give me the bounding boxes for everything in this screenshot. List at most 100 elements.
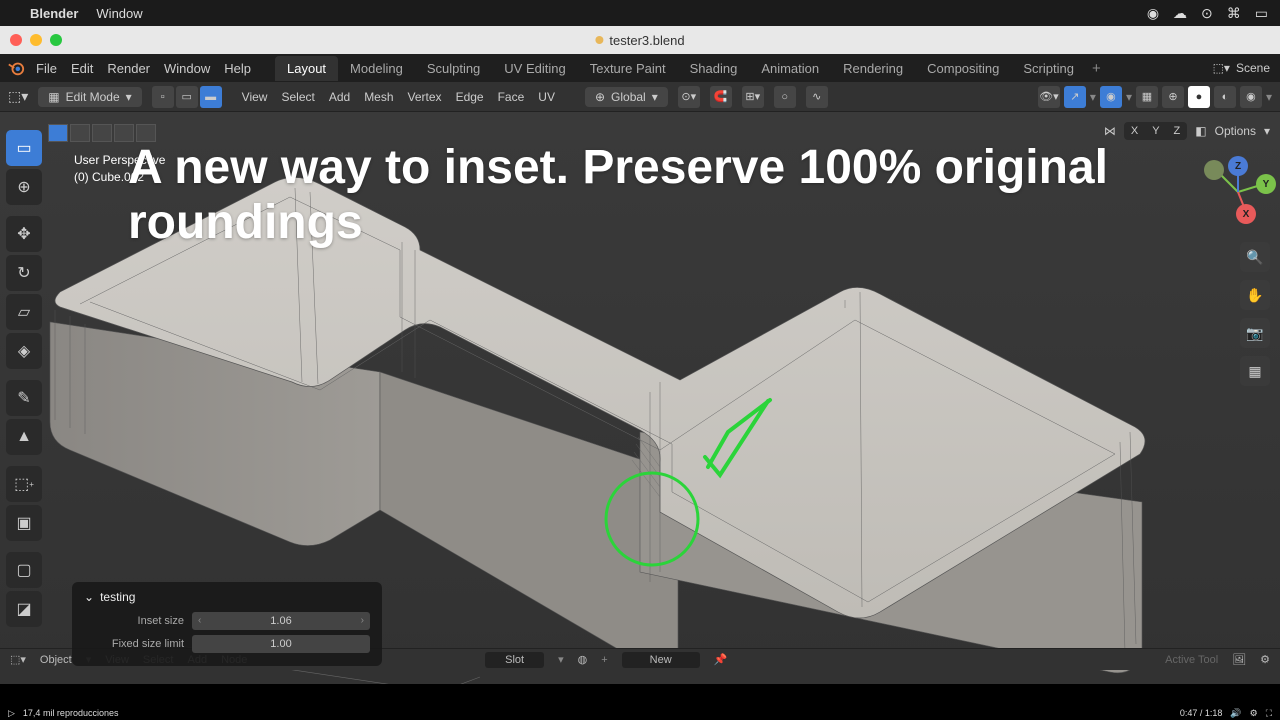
menu-file[interactable]: File (36, 61, 57, 76)
minimize-btn[interactable] (30, 34, 42, 46)
play-icon[interactable]: ▷ (8, 708, 15, 719)
tab-animation[interactable]: Animation (749, 56, 831, 81)
axis-x[interactable]: X (1236, 204, 1256, 224)
annotate-tool[interactable]: ✎ (6, 380, 42, 416)
close-btn[interactable] (10, 34, 22, 46)
tab-layout[interactable]: Layout (275, 56, 338, 81)
scene-dropdown-icon[interactable]: ⬚▾ (1213, 61, 1230, 75)
add-workspace-icon[interactable]: + (1092, 60, 1101, 77)
axis-z[interactable]: Z (1228, 156, 1248, 176)
chevron-down-icon[interactable]: ⌄ (84, 590, 94, 604)
menu-window[interactable]: Window (164, 61, 210, 76)
transform-tool[interactable]: ◈ (6, 333, 42, 369)
matpreview-shading[interactable]: ◐ (1214, 86, 1236, 108)
volume-icon[interactable]: 🔊 (1230, 708, 1241, 719)
tab-shading[interactable]: Shading (678, 56, 750, 81)
video-playbar: ▷ 17,4 mil reproducciones 0:47 / 1:18 🔊 … (0, 706, 1280, 720)
new-button[interactable]: New (622, 652, 700, 668)
zoom-btn[interactable] (50, 34, 62, 46)
visibility-icon[interactable]: 👁▾ (1038, 86, 1060, 108)
mac-menu-window[interactable]: Window (96, 6, 142, 21)
param-value[interactable]: 1.06‹› (192, 612, 370, 630)
tab-uv-editing[interactable]: UV Editing (492, 56, 577, 81)
xray-icon[interactable]: ▦ (1136, 86, 1158, 108)
viewport-toolbar: ⬚▾ ▦ Edit Mode ▾ ▫ ▭ ▬ View Select Add Mesh… (0, 82, 1280, 112)
gizmo-icon[interactable]: ↗ (1064, 86, 1086, 108)
3d-viewport[interactable]: ▭ ⊕ ✥ ↻ ▱ ◈ ✎ ▲ ⬚ + ▣ ▢ ◪ User Perspecti… (0, 112, 1280, 684)
operator-panel[interactable]: ⌄testing Inset size1.06‹›Fixed size limi… (72, 582, 382, 666)
cursor-tool[interactable]: ⊕ (6, 169, 42, 205)
move-tool[interactable]: ✥ (6, 216, 42, 252)
img-icon[interactable]: 🖼 (1232, 653, 1246, 666)
mirror-icon[interactable]: ◧ (1195, 124, 1206, 138)
persp-icon[interactable]: ▦ (1240, 356, 1270, 386)
menu-render[interactable]: Render (107, 61, 150, 76)
editor-type-icon[interactable]: ⬚▾ (10, 653, 26, 666)
tab-compositing[interactable]: Compositing (915, 56, 1011, 81)
tab-texture-paint[interactable]: Texture Paint (578, 56, 678, 81)
pivot-icon[interactable]: ⊙▾ (678, 86, 700, 108)
axis-y[interactable]: Y (1256, 174, 1276, 194)
tab-rendering[interactable]: Rendering (831, 56, 915, 81)
face-select-mode[interactable]: ▬ (200, 86, 222, 108)
settings-icon[interactable]: ⚙ (1250, 708, 1258, 719)
snap-type-icon[interactable]: ⊞▾ (742, 86, 764, 108)
render-shading[interactable]: ◉ (1240, 86, 1262, 108)
proportional-type-icon[interactable]: ∿ (806, 86, 828, 108)
menu-help[interactable]: Help (224, 61, 251, 76)
snap-icon[interactable]: 🧲 (710, 86, 732, 108)
tbmenu-vertex[interactable]: Vertex (408, 90, 442, 104)
caption-overlay: A new way to inset. Preserve 100% origin… (128, 140, 1220, 250)
tbmenu-select[interactable]: Select (281, 90, 314, 104)
slot-field[interactable]: Slot (485, 652, 544, 668)
wireframe-shading[interactable]: ⊕ (1162, 86, 1184, 108)
blender-logo-icon[interactable] (0, 59, 32, 77)
mac-menubar: Blender Window ◉ ☁ ⊙ ⌘ ▭ (0, 0, 1280, 26)
vertex-select-mode[interactable]: ▫ (152, 86, 174, 108)
tbmenu-face[interactable]: Face (498, 90, 525, 104)
edge-select-mode[interactable]: ▭ (176, 86, 198, 108)
solid-shading[interactable]: ● (1188, 86, 1210, 108)
tab-sculpting[interactable]: Sculpting (415, 56, 492, 81)
editor-type-icon[interactable]: ⬚▾ (8, 88, 28, 105)
menu-edit[interactable]: Edit (71, 61, 93, 76)
overlay-toggle-icon[interactable]: ◉ (1100, 86, 1122, 108)
panel-title: testing (100, 590, 135, 604)
butterfly-icon[interactable]: ⋈ (1104, 124, 1116, 138)
tbmenu-view[interactable]: View (242, 90, 268, 104)
param-value[interactable]: 1.00 (192, 635, 370, 653)
tbmenu-uv[interactable]: UV (538, 90, 555, 104)
window-title: tester3.blend (595, 33, 684, 48)
camera-icon[interactable]: 📷 (1240, 318, 1270, 348)
measure-tool[interactable]: ▲ (6, 419, 42, 455)
extrude-tool[interactable]: ▣ (6, 505, 42, 541)
left-toolbar: ▭ ⊕ ✥ ↻ ▱ ◈ ✎ ▲ ⬚ + ▣ ▢ ◪ (6, 130, 42, 627)
zoom-icon[interactable]: 🔍 (1240, 242, 1270, 272)
pin-icon[interactable]: 📌 (714, 653, 728, 666)
param-label: Inset size (84, 615, 184, 627)
inset-tool[interactable]: ▢ (6, 552, 42, 588)
tbmenu-mesh[interactable]: Mesh (364, 90, 393, 104)
rotate-tool[interactable]: ↻ (6, 255, 42, 291)
fullscreen-icon[interactable]: ⛶ (1266, 708, 1272, 719)
orientation-dropdown[interactable]: ⊕ Global ▾ (585, 87, 668, 107)
addcube-tool[interactable]: ⬚ + (6, 466, 42, 502)
app-name[interactable]: Blender (30, 6, 78, 21)
select-tool[interactable]: ▭ (6, 130, 42, 166)
axis-lock[interactable]: XYZ (1124, 122, 1187, 140)
scene-label[interactable]: Scene (1236, 61, 1270, 75)
bluetooth-icon: ⌘ (1227, 5, 1241, 22)
tab-modeling[interactable]: Modeling (338, 56, 415, 81)
scale-tool[interactable]: ▱ (6, 294, 42, 330)
proportional-icon[interactable]: ○ (774, 86, 796, 108)
tbmenu-add[interactable]: Add (329, 90, 350, 104)
tab-scripting[interactable]: Scripting (1011, 56, 1086, 81)
pan-icon[interactable]: ✋ (1240, 280, 1270, 310)
browse-icon[interactable]: ◍ (578, 653, 588, 666)
bevel-tool[interactable]: ◪ (6, 591, 42, 627)
tbmenu-edge[interactable]: Edge (456, 90, 484, 104)
options-dropdown[interactable]: Options (1215, 124, 1256, 138)
mode-dropdown[interactable]: ▦ Edit Mode ▾ (38, 87, 141, 107)
gear-icon[interactable]: ⚙ (1260, 653, 1270, 666)
mode-object[interactable]: Object (40, 654, 72, 666)
